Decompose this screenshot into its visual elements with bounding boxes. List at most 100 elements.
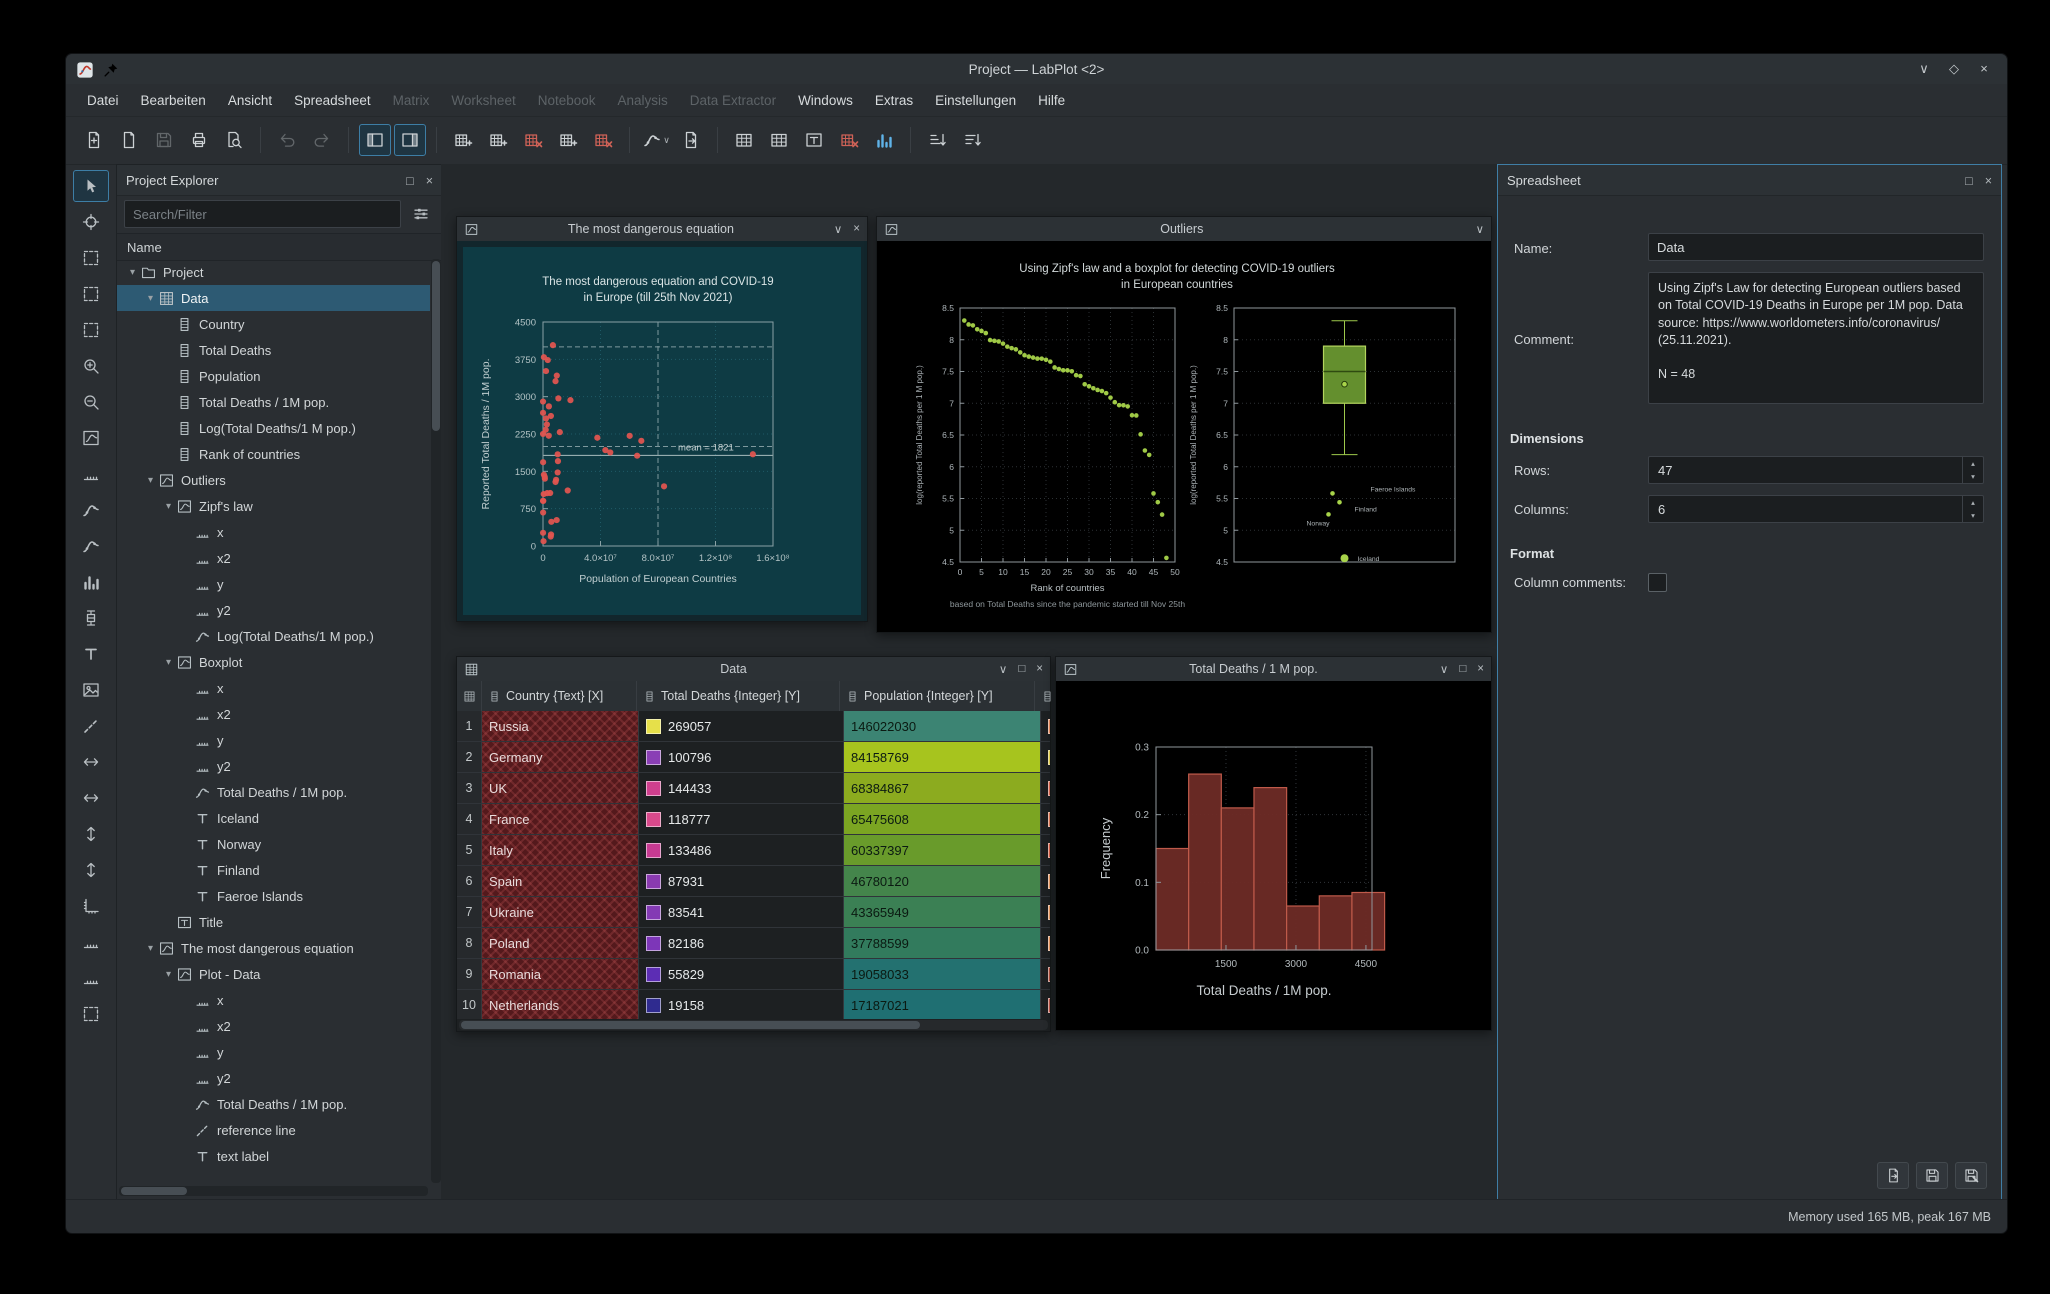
- filter-options-button[interactable]: [407, 201, 435, 227]
- subwindow-titlebar[interactable]: Data ∨ □ ×: [457, 657, 1050, 682]
- undo-button[interactable]: [271, 124, 303, 156]
- subwindow-data-spreadsheet[interactable]: Data ∨ □ × Country {Text} [X] Total Deaths {…: [456, 656, 1104, 1032]
- pin-icon[interactable]: [102, 60, 120, 78]
- float-button[interactable]: □: [1459, 663, 1466, 675]
- subwindow-titlebar[interactable]: The most dangerous equation ∨ ×: [457, 217, 867, 242]
- cell-population[interactable]: 60337397: [844, 835, 1041, 866]
- dangerous-equation-chart[interactable]: mean = 1821 0 750 1500 2250 3000 3750 4500 0 4.0×…: [463, 247, 861, 615]
- menu-item-datei[interactable]: Datei: [76, 84, 130, 116]
- cell-deaths-per-1m[interactable]: [1041, 835, 1050, 866]
- close-button[interactable]: ×: [1036, 663, 1043, 675]
- tree-item-title[interactable]: Title: [117, 909, 430, 935]
- row-number-cell[interactable]: 5: [457, 835, 482, 866]
- new-project-button[interactable]: [78, 124, 110, 156]
- tree-item-text-label[interactable]: text label: [117, 1143, 430, 1169]
- add-histogram-button[interactable]: [73, 566, 109, 598]
- cell-deaths-per-1m[interactable]: [1041, 897, 1050, 928]
- minimize-button[interactable]: ∨: [1911, 61, 1937, 77]
- expander-icon[interactable]: ▾: [143, 475, 158, 486]
- cell-total-deaths[interactable]: 269057: [639, 711, 844, 742]
- add-equation-curve-button[interactable]: [73, 530, 109, 562]
- row-number-cell[interactable]: 9: [457, 959, 482, 990]
- add-reference-line-button[interactable]: [73, 710, 109, 742]
- cell-country[interactable]: Spain: [482, 866, 639, 897]
- export-spreadsheet-button[interactable]: [675, 124, 707, 156]
- collapse-button[interactable]: ∨: [999, 662, 1007, 676]
- cell-population[interactable]: 68384867: [844, 773, 1041, 804]
- plot-statistics-button[interactable]: [868, 124, 900, 156]
- close-button[interactable]: ×: [1477, 663, 1484, 675]
- cell-country[interactable]: Russia: [482, 711, 639, 742]
- scrollbar-handle[interactable]: [461, 1021, 921, 1029]
- collapse-button[interactable]: ∨: [1476, 222, 1484, 236]
- shift-left-x-button[interactable]: [73, 746, 109, 778]
- menu-item-hilfe[interactable]: Hilfe: [1027, 84, 1076, 116]
- tree-item-total-deaths-1m-pop[interactable]: Total Deaths / 1M pop.: [117, 779, 430, 805]
- column-comments-checkbox[interactable]: [1648, 573, 1667, 592]
- tree-item-y2[interactable]: y2: [117, 597, 430, 623]
- cell-total-deaths[interactable]: 133486: [639, 835, 844, 866]
- tree-column-header[interactable]: Name: [117, 233, 442, 261]
- tree-item-outliers[interactable]: ▾ Outliers: [117, 467, 430, 493]
- cell-population[interactable]: 43365949: [844, 897, 1041, 928]
- name-field[interactable]: [1648, 233, 1984, 261]
- tree-vertical-scrollbar[interactable]: [431, 259, 441, 1183]
- add-plot-button[interactable]: [73, 422, 109, 454]
- cell-total-deaths[interactable]: 55829: [639, 959, 844, 990]
- tree-item-zipf-s-law[interactable]: ▾ Zipf's law: [117, 493, 430, 519]
- titlebar[interactable]: Project — LabPlot <2> ∨ ◇ ×: [66, 54, 2007, 85]
- cell-total-deaths[interactable]: 100796: [639, 742, 844, 773]
- row-number-cell[interactable]: 8: [457, 928, 482, 959]
- cell-total-deaths[interactable]: 118777: [639, 804, 844, 835]
- shift-right-x-button[interactable]: [73, 782, 109, 814]
- sort-ascending-button[interactable]: [921, 124, 953, 156]
- tree-item-y[interactable]: y: [117, 727, 430, 753]
- float-button[interactable]: □: [406, 174, 414, 188]
- menu-item-extras[interactable]: Extras: [864, 84, 924, 116]
- auto-scale-button[interactable]: [73, 890, 109, 922]
- tree-item-total-deaths-1m-pop[interactable]: Total Deaths / 1M pop.: [117, 1091, 430, 1117]
- outliers-chart[interactable]: Using Zipf's law and a boxplot for detec…: [877, 241, 1491, 632]
- remove-rows-button[interactable]: [517, 124, 549, 156]
- comment-field[interactable]: Using Zipf's Law for detecting European …: [1648, 272, 1984, 404]
- close-button[interactable]: ×: [853, 223, 860, 235]
- menu-item-bearbeiten[interactable]: Bearbeiten: [130, 84, 217, 116]
- tree-item-faeroe-islands[interactable]: Faeroe Islands: [117, 883, 430, 909]
- plot-data-button[interactable]: ∨: [640, 124, 672, 156]
- cell-country[interactable]: Romania: [482, 959, 639, 990]
- maximize-button[interactable]: ◇: [1941, 61, 1967, 77]
- cell-total-deaths[interactable]: 82186: [639, 928, 844, 959]
- print-button[interactable]: [183, 124, 215, 156]
- tree-item-log-total-deaths-1-m-pop[interactable]: Log(Total Deaths/1 M pop.): [117, 623, 430, 649]
- open-project-button[interactable]: [113, 124, 145, 156]
- cell-country[interactable]: UK: [482, 773, 639, 804]
- expander-icon[interactable]: ▾: [161, 657, 176, 668]
- redo-button[interactable]: [306, 124, 338, 156]
- expander-icon[interactable]: ▾: [143, 293, 158, 304]
- scrollbar-handle[interactable]: [432, 261, 440, 431]
- row-number-cell[interactable]: 7: [457, 897, 482, 928]
- cell-population[interactable]: 37788599: [844, 928, 1041, 959]
- cell-total-deaths[interactable]: 87931: [639, 866, 844, 897]
- add-axis-button[interactable]: [73, 458, 109, 490]
- tree-item-x[interactable]: x: [117, 675, 430, 701]
- column-header-total-deaths-integer-y[interactable]: Total Deaths {Integer} [Y]: [637, 681, 840, 711]
- insert-rows-below-button[interactable]: [482, 124, 514, 156]
- cell-population[interactable]: 65475608: [844, 804, 1041, 835]
- cell-country[interactable]: Ukraine: [482, 897, 639, 928]
- search-input[interactable]: [124, 200, 401, 228]
- toggle-project-explorer-button[interactable]: [359, 124, 391, 156]
- menu-item-ansicht[interactable]: Ansicht: [217, 84, 283, 116]
- tree-item-x2[interactable]: x2: [117, 701, 430, 727]
- zoom-out-button[interactable]: [73, 386, 109, 418]
- menu-item-spreadsheet[interactable]: Spreadsheet: [283, 84, 382, 116]
- shift-up-y-button[interactable]: [73, 818, 109, 850]
- stepper-up-button[interactable]: ▴: [1963, 457, 1983, 470]
- float-button[interactable]: □: [1965, 174, 1973, 188]
- cell-country[interactable]: France: [482, 804, 639, 835]
- tree-item-boxplot[interactable]: ▾ Boxplot: [117, 649, 430, 675]
- expander-icon[interactable]: ▾: [161, 501, 176, 512]
- cell-country[interactable]: Italy: [482, 835, 639, 866]
- shift-down-y-button[interactable]: [73, 854, 109, 886]
- datasheet-horizontal-scrollbar[interactable]: [459, 1020, 1048, 1030]
